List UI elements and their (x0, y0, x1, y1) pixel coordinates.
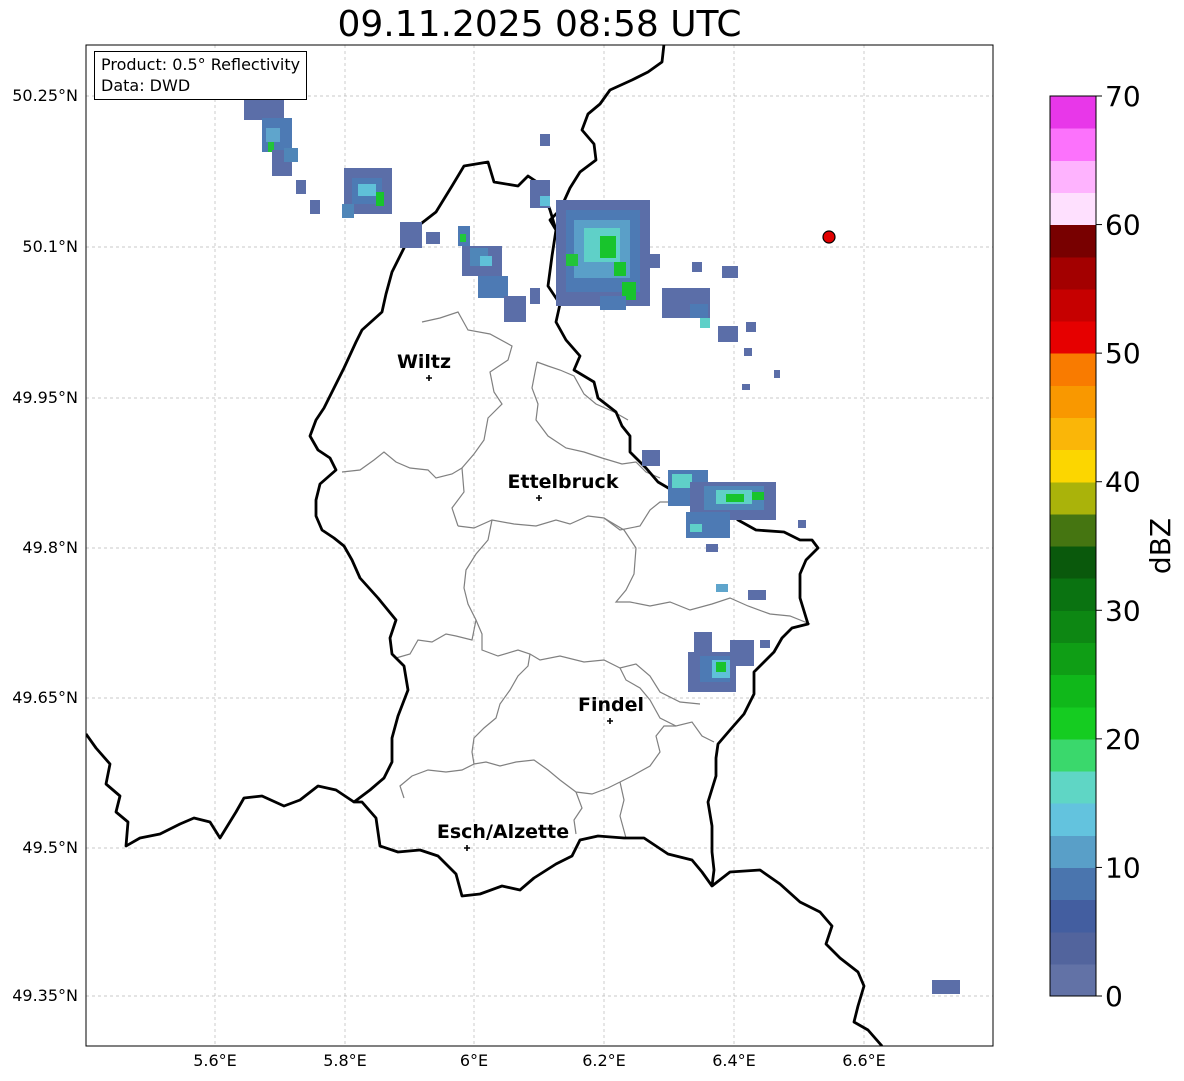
colorbar-segment (1050, 963, 1096, 997)
colorbar-segment (1050, 931, 1096, 965)
data-source-text: Data: DWD (101, 76, 191, 95)
lon-tick-label: 6.4°E (712, 1051, 756, 1070)
colorbar-segment (1050, 610, 1096, 644)
colorbar-segment (1050, 353, 1096, 386)
colorbar-segment (1050, 803, 1096, 836)
colorbar-segment (1050, 96, 1096, 129)
lat-tick-label: 49.8°N (22, 538, 78, 557)
colorbar-tick-label: 20 (1105, 723, 1141, 756)
colorbar-segment (1050, 128, 1096, 161)
colorbar-segment (1050, 192, 1096, 226)
colorbar-tick-label: 0 (1105, 980, 1123, 1013)
colorbar-segment (1050, 899, 1096, 933)
colorbar-segment (1050, 771, 1096, 804)
colorbar-segment (1050, 546, 1096, 579)
colorbar-segment (1050, 513, 1096, 547)
colorbar-segment (1050, 385, 1096, 419)
colorbar-segment (1050, 642, 1096, 676)
colorbar-segment (1050, 867, 1096, 901)
lon-tick-label: 6.6°E (842, 1051, 886, 1070)
colorbar-segment (1050, 256, 1096, 290)
colorbar-segment (1050, 578, 1096, 611)
colorbar-segment (1050, 288, 1096, 322)
colorbar-tick-label: 40 (1105, 466, 1141, 499)
lon-tick-label: 6.2°E (582, 1051, 626, 1070)
colorbar-tick-label: 70 (1105, 80, 1141, 113)
info-box: Product: 0.5° Reflectivity Data: DWD (94, 51, 308, 100)
lat-tick-label: 50.1°N (22, 237, 78, 256)
colorbar-segment (1050, 449, 1096, 483)
city-label-findel: Findel (578, 694, 644, 716)
colorbar-segment (1050, 481, 1096, 515)
city-label-esch-alzette: Esch/Alzette (437, 821, 569, 843)
colorbar-label: dBZ (1144, 518, 1177, 574)
lat-tick-label: 49.35°N (12, 986, 78, 1005)
colorbar-tick-label: 30 (1105, 594, 1141, 627)
colorbar-segment (1050, 738, 1096, 772)
radar-map: Wiltz Ettelbruck Findel Esch/Alzette 50.… (12, 44, 1177, 1070)
colorbar-tick-label: 50 (1105, 337, 1141, 370)
lon-tick-label: 5.8°E (323, 1051, 367, 1070)
lat-tick-label: 50.25°N (12, 86, 78, 105)
colorbar-segment (1050, 224, 1096, 258)
colorbar: 0 10 20 30 40 50 60 70 dBZ (1049, 80, 1177, 1013)
colorbar-tick-label: 10 (1105, 851, 1141, 884)
lon-tick-label: 5.6°E (193, 1051, 237, 1070)
lat-tick-label: 49.95°N (12, 388, 78, 407)
colorbar-segment (1050, 706, 1096, 740)
lat-tick-label: 49.65°N (12, 688, 78, 707)
product-text: Product: 0.5° Reflectivity (101, 55, 301, 74)
colorbar-tick-label: 60 (1105, 209, 1141, 242)
lon-tick-label: 6°E (460, 1051, 488, 1070)
lat-tick-labels: 50.25°N 50.1°N 49.95°N 49.8°N 49.65°N 49… (12, 86, 78, 1005)
colorbar-segment (1050, 160, 1096, 194)
colorbar-ticks: 0 10 20 30 40 50 60 70 (1096, 80, 1141, 1013)
city-label-wiltz: Wiltz (397, 351, 451, 373)
colorbar-segment (1050, 417, 1096, 451)
city-label-ettelbruck: Ettelbruck (508, 471, 619, 493)
colorbar-segments (1050, 96, 1096, 997)
lon-tick-labels: 5.6°E 5.8°E 6°E 6.2°E 6.4°E 6.6°E (193, 1051, 886, 1070)
radar-site-marker (822, 230, 836, 244)
colorbar-segment (1050, 321, 1096, 354)
colorbar-segment (1050, 674, 1096, 708)
colorbar-segment (1050, 835, 1096, 869)
lat-tick-label: 49.5°N (22, 838, 78, 857)
